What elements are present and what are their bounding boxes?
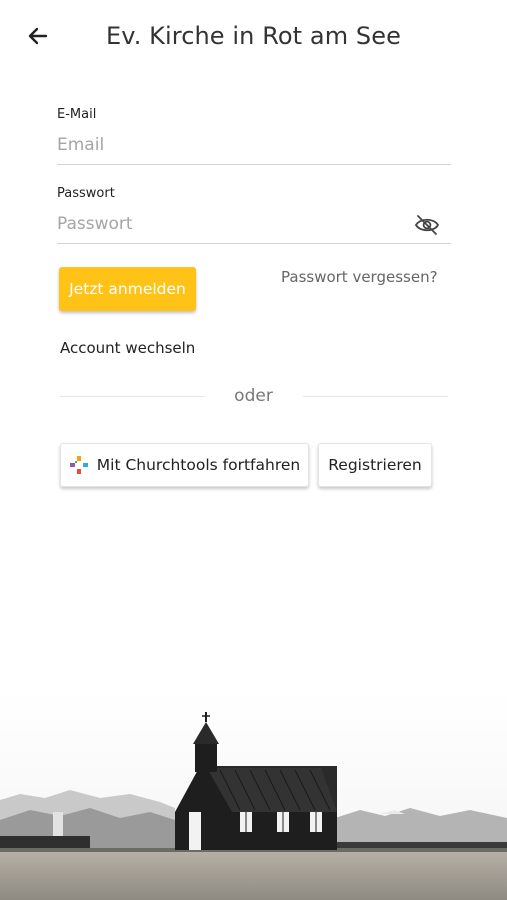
churchtools-login-button[interactable]: Mit Churchtools fortfahren xyxy=(60,443,309,487)
church-landscape-image xyxy=(0,690,507,900)
churchtools-logo-icon xyxy=(69,456,88,474)
app-header: Ev. Kirche in Rot am See xyxy=(0,0,507,78)
register-button[interactable]: Registrieren xyxy=(318,443,432,487)
login-button[interactable]: Jetzt anmelden xyxy=(59,267,196,311)
toggle-password-visibility[interactable] xyxy=(413,213,441,237)
email-field-container xyxy=(57,130,451,165)
switch-account-link[interactable]: Account wechseln xyxy=(60,339,195,357)
churchtools-login-label: Mit Churchtools fortfahren xyxy=(96,456,301,474)
email-input[interactable] xyxy=(57,130,397,160)
divider-label: oder xyxy=(234,386,273,406)
eye-off-icon xyxy=(414,215,440,235)
password-field-container xyxy=(57,209,451,244)
password-label: Passwort xyxy=(57,186,115,201)
page-title: Ev. Kirche in Rot am See xyxy=(105,22,402,50)
forgot-password-link[interactable]: Passwort vergessen? xyxy=(281,268,438,286)
password-input[interactable] xyxy=(57,209,397,239)
email-label: E-Mail xyxy=(57,107,97,122)
